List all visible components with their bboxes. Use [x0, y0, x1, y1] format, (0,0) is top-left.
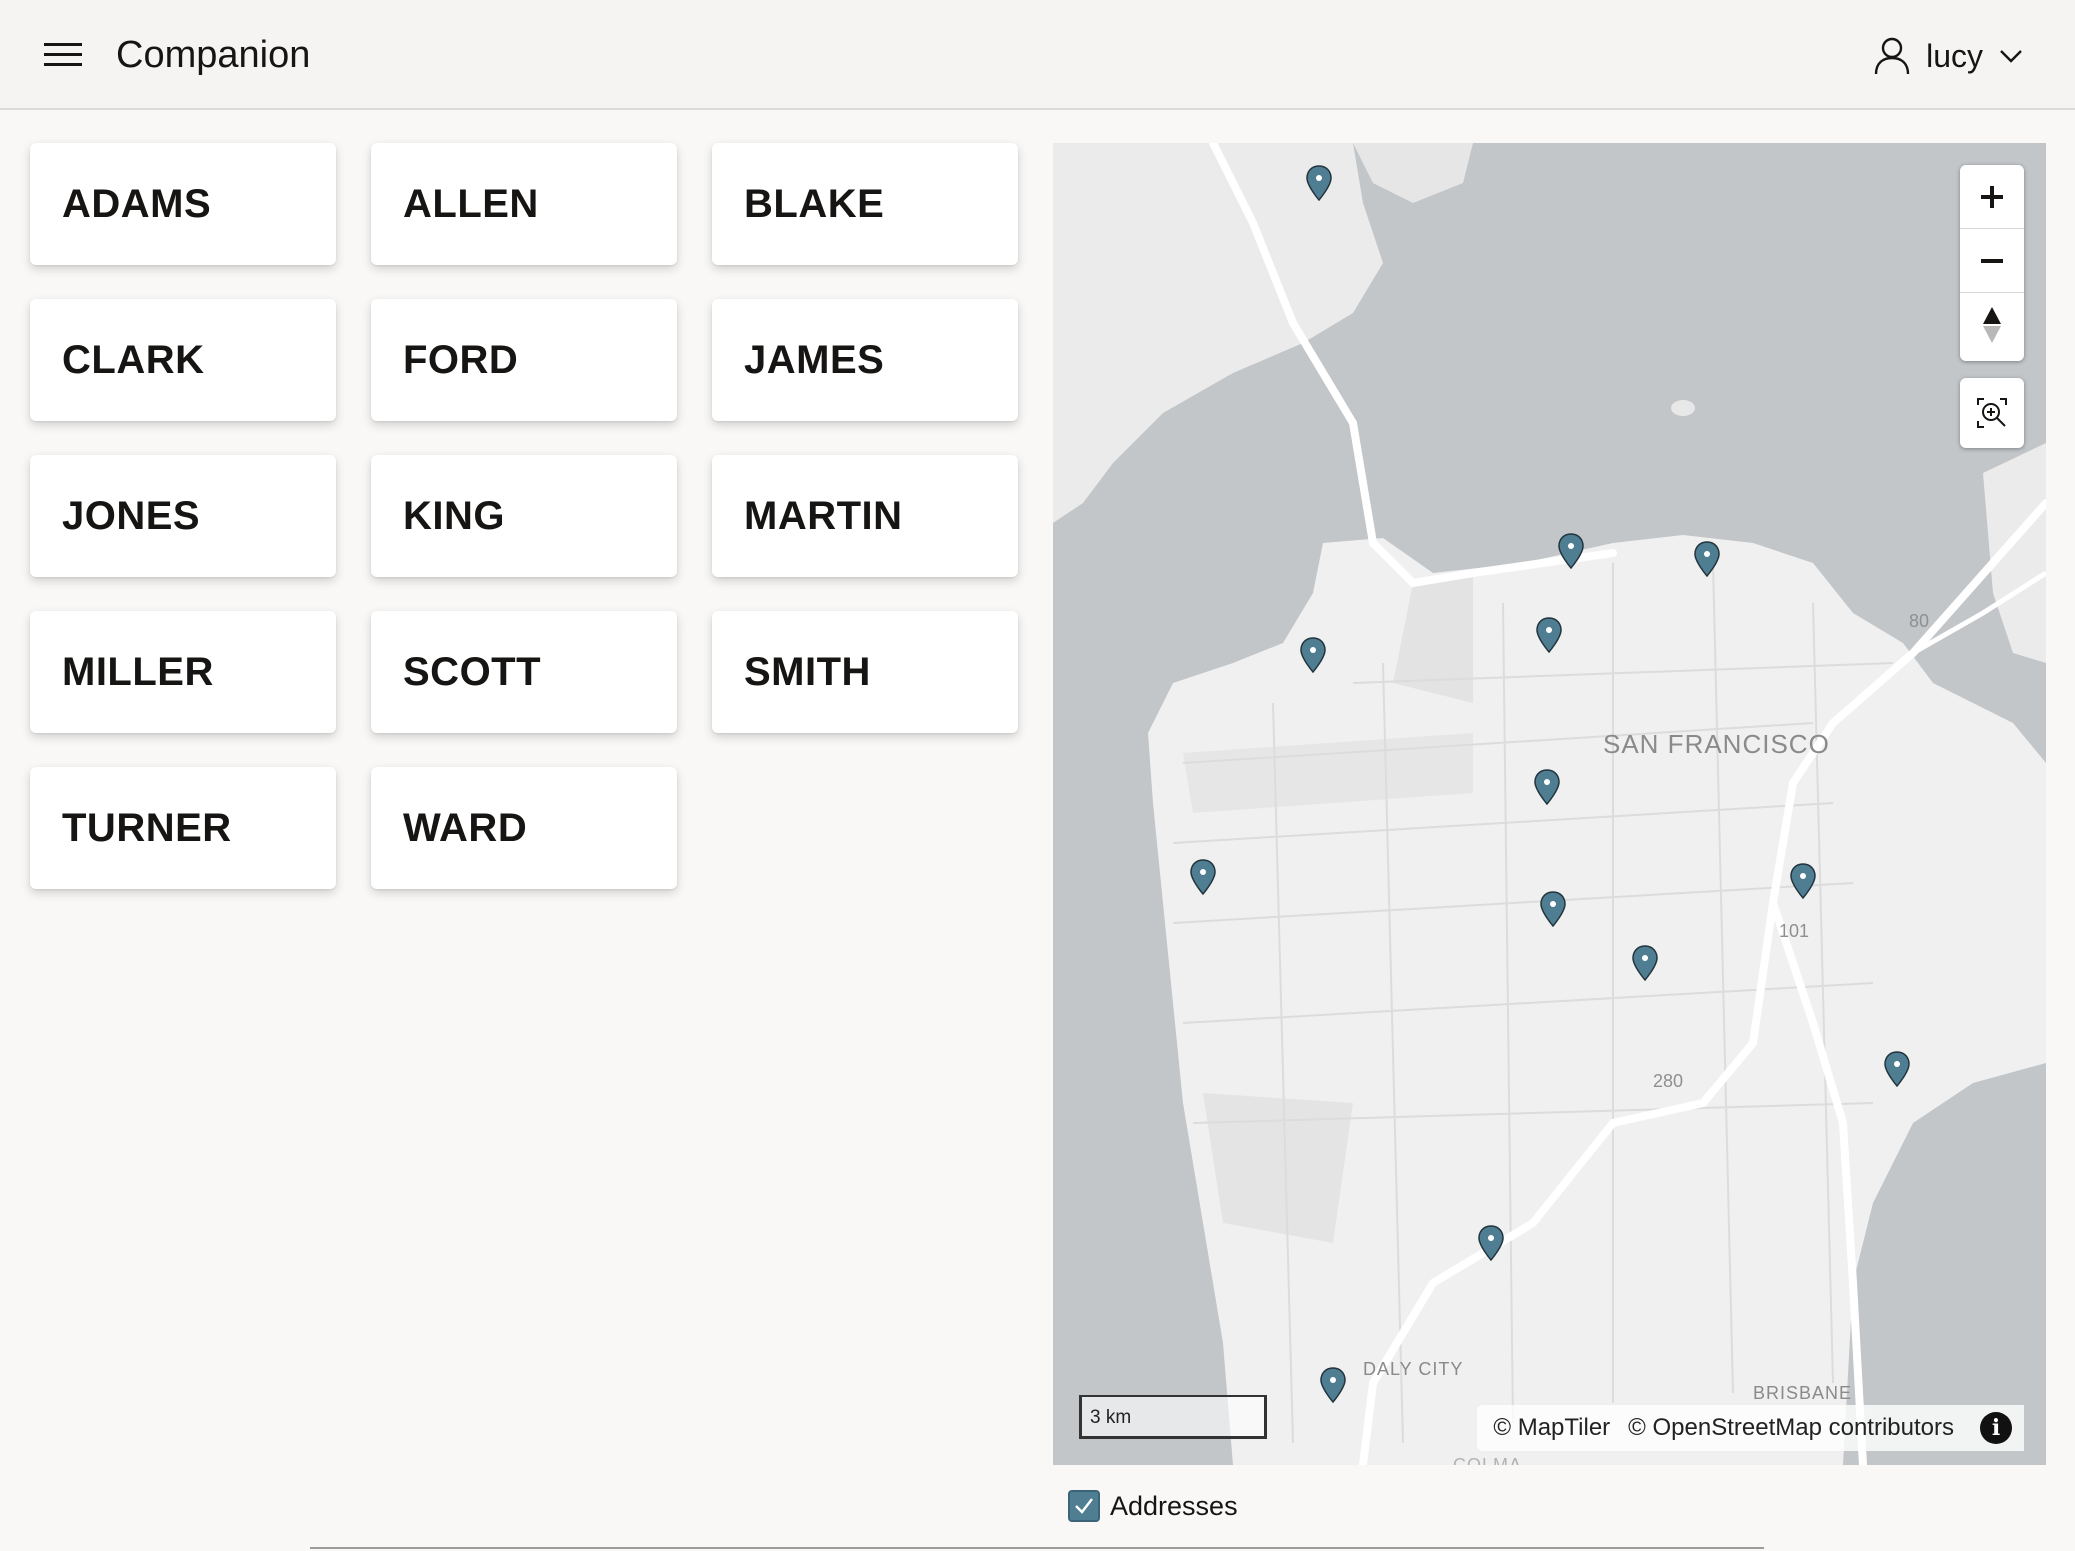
map-pin-icon[interactable] [1305, 165, 1333, 201]
employee-card[interactable]: MARTIN [712, 455, 1018, 577]
employee-card[interactable]: ADAMS [30, 143, 336, 265]
minus-icon [1981, 258, 2003, 263]
employee-card[interactable]: CLARK [30, 299, 336, 421]
employee-card[interactable]: TURNER [30, 767, 336, 889]
addresses-layer-toggle[interactable]: Addresses [1068, 1490, 1238, 1522]
map-scale-bar: 3 km [1079, 1395, 1267, 1439]
addresses-label: Addresses [1110, 1490, 1238, 1521]
employee-name: ALLEN [403, 181, 539, 226]
employee-card[interactable]: JAMES [712, 299, 1018, 421]
map-pin-icon[interactable] [1319, 1367, 1347, 1403]
employee-name: SCOTT [403, 649, 542, 694]
employee-name: WARD [403, 805, 528, 850]
employee-name: TURNER [62, 805, 232, 850]
plus-icon [1981, 185, 2003, 208]
map-label-brisbane: BRISBANE [1753, 1383, 1853, 1403]
employee-name: MARTIN [744, 493, 903, 538]
map-navigation-controls [1960, 165, 2024, 361]
zoom-out-button[interactable] [1960, 229, 2024, 293]
map-pin-icon[interactable] [1539, 891, 1567, 927]
employee-card[interactable]: KING [371, 455, 677, 577]
chevron-down-icon [2000, 50, 2022, 63]
map-pin-icon[interactable] [1693, 541, 1721, 577]
info-icon[interactable]: i [1980, 1412, 2012, 1444]
map-pin-icon[interactable] [1535, 617, 1563, 653]
map-label-daly-city: DALY CITY [1363, 1359, 1464, 1379]
employee-card[interactable]: SMITH [712, 611, 1018, 733]
employee-name: JONES [62, 493, 201, 538]
employee-card[interactable]: WARD [371, 767, 677, 889]
compass-button[interactable] [1960, 293, 2024, 357]
map-pin-icon[interactable] [1477, 1225, 1505, 1261]
map-pin-icon[interactable] [1299, 637, 1327, 673]
attribution-osm[interactable]: © OpenStreetMap contributors [1628, 1414, 1954, 1442]
highway-label: 80 [1909, 611, 1930, 631]
employee-card[interactable]: SCOTT [371, 611, 677, 733]
addresses-checkbox[interactable] [1068, 1490, 1100, 1522]
employee-name: CLARK [62, 337, 205, 382]
map-pin-icon[interactable] [1189, 859, 1217, 895]
highway-label: 280 [1653, 1071, 1684, 1091]
employee-name: SMITH [744, 649, 871, 694]
map-label-colma: COLMA [1453, 1455, 1523, 1465]
app-header: Companion lucy [0, 0, 2075, 110]
highway-label: 101 [1779, 921, 1810, 941]
map-label-san-francisco: SAN FRANCISCO [1603, 729, 1830, 759]
employee-card-grid: ADAMS ALLEN BLAKE CLARK FORD JAMES JONES… [30, 143, 1018, 889]
map-pin-icon[interactable] [1557, 533, 1585, 569]
app-title: Companion [116, 34, 311, 76]
divider [310, 1547, 1764, 1549]
checkmark-icon [1075, 1498, 1093, 1514]
employee-name: MILLER [62, 649, 214, 694]
map-pin-icon[interactable] [1533, 769, 1561, 805]
map-pin-icon[interactable] [1883, 1051, 1911, 1087]
map-view[interactable]: SAN FRANCISCO DALY CITY BRISBANE COLMA 8… [1053, 143, 2046, 1465]
employee-name: BLAKE [744, 181, 885, 226]
zoom-extent-button[interactable] [1960, 378, 2024, 448]
employee-card[interactable]: MILLER [30, 611, 336, 733]
user-menu[interactable]: lucy [1870, 30, 2025, 82]
map-attribution: © MapTiler © OpenStreetMap contributors … [1477, 1405, 2024, 1451]
user-icon [1874, 37, 1910, 75]
map-pin-icon[interactable] [1631, 945, 1659, 981]
employee-name: ADAMS [62, 181, 212, 226]
employee-card[interactable]: JONES [30, 455, 336, 577]
employee-name: JAMES [744, 337, 885, 382]
zoom-in-button[interactable] [1960, 165, 2024, 229]
user-name: lucy [1926, 37, 1983, 74]
compass-icon [1983, 307, 2001, 343]
employee-card[interactable]: ALLEN [371, 143, 677, 265]
map-pin-icon[interactable] [1789, 863, 1817, 899]
employee-name: KING [403, 493, 505, 538]
employee-card[interactable]: FORD [371, 299, 677, 421]
zoom-extent-icon [1977, 398, 2007, 428]
attribution-maptiler[interactable]: © MapTiler [1493, 1414, 1610, 1442]
employee-name: FORD [403, 337, 519, 382]
employee-card[interactable]: BLAKE [712, 143, 1018, 265]
hamburger-icon[interactable] [38, 34, 86, 76]
